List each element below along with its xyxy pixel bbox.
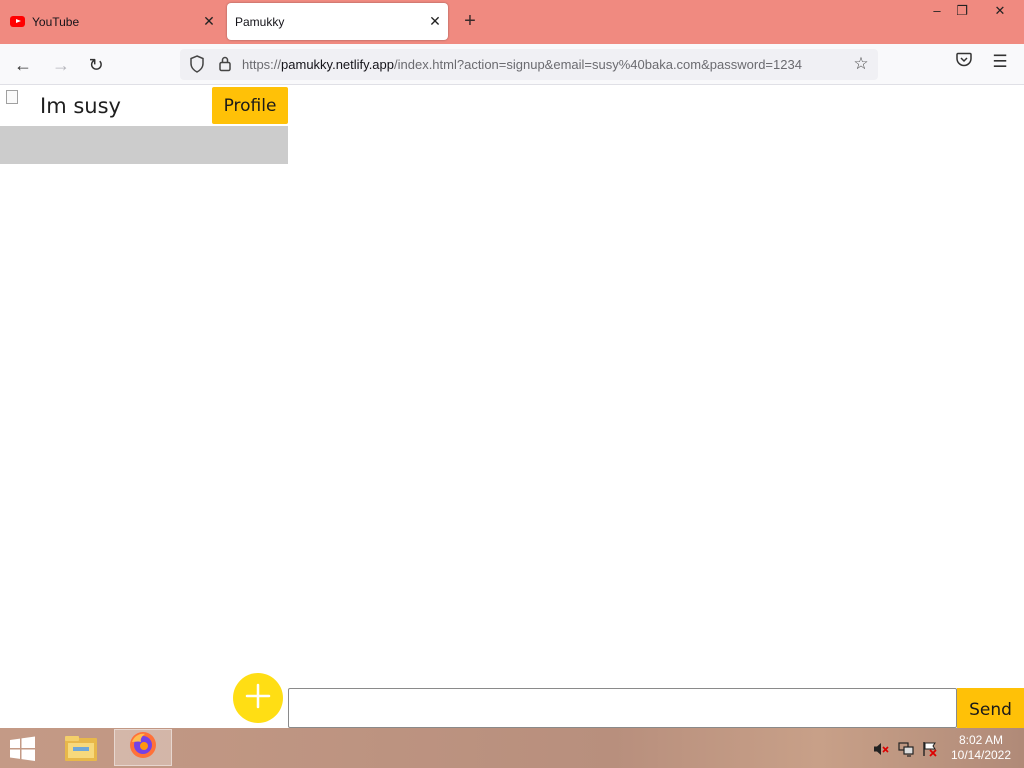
action-center-flag-icon[interactable] xyxy=(922,741,938,757)
tracking-shield-icon[interactable] xyxy=(188,55,206,73)
tab-pamukky[interactable]: Pamukky ✕ xyxy=(227,3,448,40)
new-tab-icon[interactable]: + xyxy=(458,9,482,33)
restore-icon[interactable]: ❐ xyxy=(947,0,977,22)
url-scheme: https:// xyxy=(242,57,282,72)
file-explorer-icon[interactable] xyxy=(62,732,100,764)
lock-icon[interactable] xyxy=(216,55,234,73)
network-icon[interactable] xyxy=(898,741,914,757)
url-host: pamukky.netlify.app xyxy=(281,57,394,72)
navigation-bar: ← → ↻ https://pamukky.netlify.app/index.… xyxy=(0,44,1024,85)
close-tab-icon[interactable]: ✕ xyxy=(422,13,448,30)
reload-icon[interactable]: ↻ xyxy=(83,52,109,78)
tab-label: YouTube xyxy=(32,14,80,29)
url-text[interactable]: https://pamukky.netlify.app/index.html?a… xyxy=(242,57,842,72)
forward-arrow-icon[interactable]: → xyxy=(48,52,74,78)
firefox-icon xyxy=(128,730,158,765)
windows-start-icon[interactable] xyxy=(8,736,38,762)
close-tab-icon[interactable]: ✕ xyxy=(196,13,222,30)
tab-youtube[interactable]: YouTube ✕ xyxy=(0,3,222,40)
pocket-icon[interactable] xyxy=(953,52,975,74)
system-clock[interactable]: 8:02 AM 10/14/2022 xyxy=(946,733,1016,763)
windows-taskbar: 8:02 AM 10/14/2022 xyxy=(0,728,1024,768)
url-path: /index.html?action=signup&email=susy%40b… xyxy=(394,57,802,72)
chat-list-item[interactable] xyxy=(0,126,288,164)
send-button[interactable]: Send xyxy=(957,688,1024,728)
bookmark-star-icon[interactable]: ☆ xyxy=(850,54,872,76)
browser-titlebar: YouTube ✕ Pamukky ✕ + – ❐ ✕ xyxy=(0,0,1024,44)
profile-button[interactable]: Profile xyxy=(212,87,288,124)
back-arrow-icon[interactable]: ← xyxy=(10,52,36,78)
tab-label: Pamukky xyxy=(235,14,285,29)
volume-muted-icon[interactable] xyxy=(873,741,889,757)
hamburger-menu-icon[interactable]: ☰ xyxy=(989,52,1011,74)
plus-icon xyxy=(245,683,271,714)
address-bar[interactable]: https://pamukky.netlify.app/index.html?a… xyxy=(180,49,878,80)
app-page: Im susy Profile Send xyxy=(0,86,1024,728)
add-button[interactable] xyxy=(233,673,283,723)
avatar xyxy=(6,90,18,104)
firefox-taskbar-button[interactable] xyxy=(114,729,172,766)
user-name: Im susy xyxy=(40,94,121,118)
clock-date: 10/14/2022 xyxy=(950,748,1012,762)
clock-time: 8:02 AM xyxy=(958,733,1004,747)
message-input[interactable] xyxy=(288,688,957,728)
youtube-icon xyxy=(10,16,25,27)
window-close-icon[interactable]: ✕ xyxy=(985,0,1015,22)
